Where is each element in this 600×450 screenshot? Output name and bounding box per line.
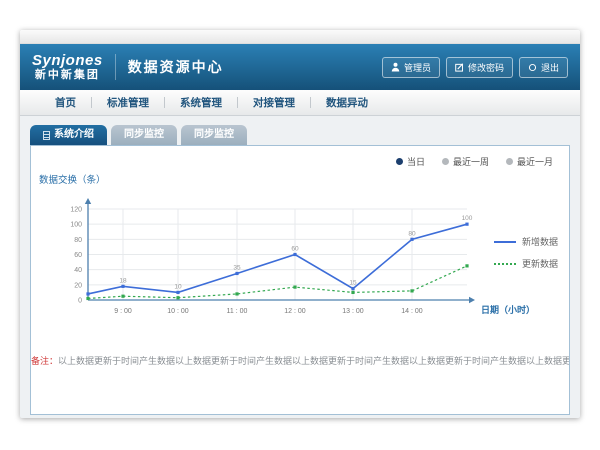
main-nav: 首页标准管理系统管理对接管理数据异动 [20,90,580,116]
svg-text:0: 0 [78,298,82,305]
content-area: 系统介绍 同步监控 同步监控 当日 最近一周 最近一月 数据交换（条） 0 20 40 60 8… [20,116,580,415]
tab-3[interactable]: 同步监控 [181,125,247,145]
gridlines [88,209,467,300]
range-option-2[interactable]: 最近一周 [442,155,489,168]
svg-text:35: 35 [233,264,241,271]
logo: Synjones 新中新集团 [32,53,103,82]
chart-panel: 当日 最近一周 最近一月 数据交换（条） 0 20 40 60 80 100 120 9 : 00… [30,145,570,415]
svg-text:60: 60 [74,252,82,259]
tab-label: 系统介绍 [54,125,94,145]
svg-text:40: 40 [74,267,82,274]
nav-item-2[interactable]: 标准管理 [92,90,164,116]
user-button-label: 管理员 [404,61,431,74]
tab-bar: 系统介绍 同步监控 同步监控 [30,125,570,145]
svg-text:9 : 00: 9 : 00 [114,308,132,315]
range-option-label: 最近一周 [453,155,489,168]
legend-swatch-icon [494,241,516,243]
logout-button-label: 退出 [541,61,559,74]
radio-dot-icon [396,158,403,165]
range-option-3[interactable]: 最近一月 [506,155,553,168]
svg-text:10 : 00: 10 : 00 [167,308,189,315]
chart-area: 0 20 40 60 80 100 120 9 : 00 10 : 00 11 : 00 12 : … [31,190,569,328]
logo-text-cn: 新中新集团 [32,69,103,81]
screen: Synjones 新中新集团 数据资源中心 管理员 修改密码 退出 [0,0,600,450]
header-actions: 管理员 修改密码 退出 [382,57,568,78]
svg-text:100: 100 [462,215,473,222]
radio-dot-icon [442,158,449,165]
svg-text:80: 80 [408,230,416,237]
nav-item-4[interactable]: 对接管理 [238,90,310,116]
app-window: Synjones 新中新集团 数据资源中心 管理员 修改密码 退出 [20,30,580,418]
footer-note-text: 以上数据更新于时间产生数据以上数据更新于时间产生数据以上数据更新于时间产生数据以… [58,356,569,366]
tab-2[interactable]: 同步监控 [111,125,177,145]
svg-text:14 : 00: 14 : 00 [401,308,423,315]
user-button[interactable]: 管理员 [382,57,440,78]
logout-button[interactable]: 退出 [519,57,568,78]
page-title: 数据资源中心 [128,57,224,77]
axes [85,198,475,303]
nav-item-5[interactable]: 数据异动 [311,90,383,116]
svg-text:12 : 00: 12 : 00 [284,308,306,315]
svg-text:11 : 00: 11 : 00 [227,308,248,315]
svg-text:10: 10 [174,283,182,290]
legend-item-label: 更新数据 [522,257,558,270]
svg-text:60: 60 [291,246,299,253]
svg-text:18: 18 [119,277,127,284]
legend-item-2[interactable]: 更新数据 [494,257,558,270]
legend-swatch-icon [494,263,516,265]
series-legend: 新增数据更新数据 [494,235,558,270]
y-tick-labels: 0 20 40 60 80 100 120 [70,207,82,305]
legend-item-1[interactable]: 新增数据 [494,235,558,248]
change-password-button[interactable]: 修改密码 [446,57,513,78]
change-password-button-label: 修改密码 [468,61,504,74]
user-icon [391,62,400,72]
document-icon [43,131,50,140]
power-icon [528,63,537,72]
nav-item-1[interactable]: 首页 [40,90,91,116]
nav-item-3[interactable]: 系统管理 [165,90,237,116]
footer-note: 备注：以上数据更新于时间产生数据以上数据更新于时间产生数据以上数据更新于时间产生… [31,354,569,367]
range-option-label: 当日 [407,155,425,168]
svg-text:15: 15 [349,280,357,287]
svg-text:13 : 00: 13 : 00 [342,308,364,315]
svg-text:20: 20 [74,282,82,289]
svg-text:100: 100 [70,222,82,229]
header-divider [115,54,116,80]
series-1: 18 10 35 60 15 80 100 [86,215,472,295]
tab-1[interactable]: 系统介绍 [30,125,107,145]
window-top-strip [20,30,580,44]
time-range-legend: 当日 最近一周 最近一月 [396,155,553,168]
tab-label: 同步监控 [194,125,234,145]
svg-text:120: 120 [70,207,82,214]
x-axis-title: 日期（小时） [481,304,535,315]
tab-label: 同步监控 [124,125,164,145]
radio-dot-icon [506,158,513,165]
line-chart: 0 20 40 60 80 100 120 9 : 00 10 : 00 11 : 00 12 : … [31,190,569,328]
app-header: Synjones 新中新集团 数据资源中心 管理员 修改密码 退出 [20,44,580,90]
svg-text:80: 80 [74,237,82,244]
legend-item-label: 新增数据 [522,235,558,248]
range-option-1[interactable]: 当日 [396,155,425,168]
edit-icon [455,63,464,72]
logo-text-en: Synjones [32,53,103,70]
range-option-label: 最近一月 [517,155,553,168]
footer-note-label: 备注： [31,356,58,366]
y-axis-title: 数据交换（条） [39,172,106,186]
x-tick-labels: 9 : 00 10 : 00 11 : 00 12 : 00 13 : 00 14 : 0… [114,308,423,315]
